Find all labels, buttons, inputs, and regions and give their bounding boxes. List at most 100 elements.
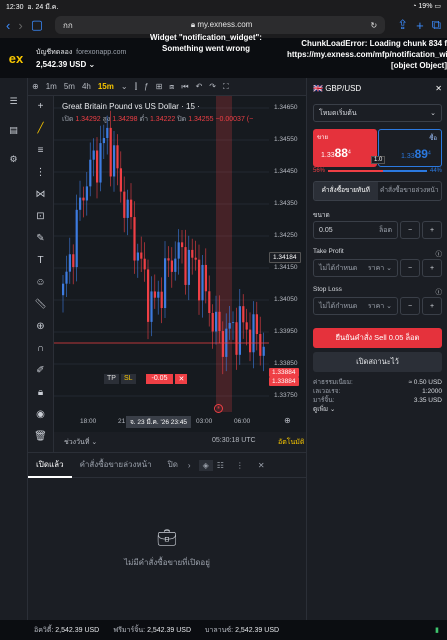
chunk-error-text: ChunkLoadError: Loading chunk 834 f http… (287, 39, 447, 70)
candle-body (177, 242, 180, 259)
menu-icon[interactable]: ☰ (0, 96, 27, 107)
more-options-icon[interactable]: ⋮ (228, 461, 252, 470)
text-tool-icon[interactable]: T (28, 250, 53, 272)
volume-input[interactable]: 0.05 ล็อต (313, 221, 398, 239)
position-line-controls[interactable]: TP SL -0.05 ✕ (104, 374, 188, 384)
timeframe-4h[interactable]: 4h (82, 82, 91, 91)
zoom-in-icon[interactable]: ⊕ (28, 316, 53, 338)
tp-decrease-button[interactable]: − (400, 259, 420, 277)
tab-open-positions[interactable]: เปิดแล้ว (28, 452, 72, 478)
share-icon[interactable]: ⇪ (397, 17, 408, 33)
candle-body (255, 314, 258, 335)
y-tick: 1.33750 (274, 392, 298, 399)
price-chart[interactable]: Great Britain Pound vs US Dollar · 15 · … (54, 96, 306, 452)
close-panel-icon[interactable]: ✕ (435, 84, 442, 93)
chevron-down-icon: ⌄ (430, 110, 436, 117)
brush-icon[interactable]: ✎ (28, 228, 53, 250)
sl-unit[interactable]: ราคา ⌄ (368, 301, 392, 312)
tab-closed-positions[interactable]: ปิด (160, 452, 182, 478)
replay-icon[interactable]: ⏮ (181, 82, 188, 92)
tp-unit[interactable]: ราคา ⌄ (368, 263, 392, 274)
timeframe-5m[interactable]: 5m (64, 82, 75, 91)
sentiment-buy: 44% (429, 168, 442, 174)
exness-logo-icon[interactable]: ex (0, 38, 32, 78)
close-position-icon[interactable]: ✕ (175, 374, 188, 384)
timeframe-15m[interactable]: 15m (98, 82, 114, 91)
trash-icon[interactable]: 🗑︎ (28, 426, 53, 448)
auto-scale-button[interactable]: อัตโนมัติ (278, 437, 304, 448)
fullscreen-icon[interactable]: ⛶ (223, 82, 229, 92)
volume-increase-button[interactable]: + (422, 221, 442, 239)
calendar-icon[interactable]: ▤ (0, 125, 27, 136)
confirm-order-button[interactable]: ยืนยันคำสั่ง Sell 0.05 ล็อต (313, 328, 442, 348)
emoji-icon[interactable]: ☺ (28, 272, 53, 294)
more-details-link[interactable]: ดูเพิ่ม ⌄ (313, 405, 442, 414)
candle-body (116, 145, 119, 169)
tabs-icon[interactable]: ⧉ (432, 17, 441, 33)
ruler-icon[interactable]: 📏︎ (28, 294, 53, 316)
buy-price-button[interactable]: ซื้อ 1.33894 (378, 129, 442, 167)
close-tabs-icon[interactable]: ✕ (252, 461, 271, 470)
crosshair-icon[interactable]: + (28, 96, 53, 118)
buy-label: ซื้อ (429, 136, 437, 142)
tab-pending-order[interactable]: คำสั่งซื้อขายล่วงหน้า (378, 182, 442, 200)
fib-icon[interactable]: ≡ (28, 140, 53, 162)
tab-pending-orders[interactable]: คำสั่งซื้อขายล่วงหน้า (72, 452, 160, 478)
back-icon[interactable]: ‹ (6, 18, 10, 33)
trendline-icon[interactable]: ╱ (28, 118, 53, 140)
chevron-right-icon[interactable]: › (182, 461, 197, 470)
compare-icon[interactable]: ⧈ (169, 82, 174, 92)
forward-icon[interactable]: › (18, 18, 22, 33)
buy-price-big: 89 (414, 147, 428, 161)
sl-input[interactable]: ไม่ได้กำหนด ราคา ⌄ (313, 297, 398, 315)
lock-drawing-icon[interactable]: 🔒︎ (28, 382, 53, 404)
sl-decrease-button[interactable]: − (400, 297, 420, 315)
tp-input[interactable]: ไม่ได้กำหนด ราคา ⌄ (313, 259, 398, 277)
sl-button[interactable]: SL (120, 374, 136, 384)
channel-icon[interactable]: ⋮ (28, 162, 53, 184)
cancel-order-button[interactable]: เปิดสถานะไว้ (313, 352, 442, 372)
group-icon[interactable]: ◈ (198, 459, 213, 471)
ohlc-open: 1.34292 (75, 116, 101, 123)
sell-label: ขาย (317, 135, 328, 141)
list-view-icon[interactable]: ☷ (213, 461, 228, 470)
scroll-to-realtime-icon[interactable]: ⊕ (284, 416, 291, 425)
sell-price-sup: 4 (347, 149, 351, 156)
mode-select[interactable]: โหมดเริ่มต้น ⌄ (313, 104, 442, 122)
sl-increase-button[interactable]: + (422, 297, 442, 315)
ohlc-open-label: เปิด (62, 116, 74, 123)
volume-decrease-button[interactable]: − (400, 221, 420, 239)
new-tab-icon[interactable]: + (416, 18, 424, 33)
layout-icon[interactable]: ⊞ (156, 82, 163, 91)
candle-body (184, 247, 187, 285)
chart-type-icon[interactable]: ⫿ (135, 82, 138, 92)
tp-button[interactable]: TP (104, 374, 119, 384)
measure-icon[interactable]: ⊡ (28, 206, 53, 228)
indicators-icon[interactable]: ƒ (144, 82, 148, 91)
drawing-tools: + ╱ ≡ ⋮ ⋈ ⊡ ✎ T ☺ 📏︎ ⊕ ∩ ✐ 🔒︎ ◉ 🗑︎ (28, 96, 54, 452)
magnet-icon[interactable]: ∩ (28, 338, 53, 360)
tp-increase-button[interactable]: + (422, 259, 442, 277)
sell-price-button[interactable]: ขาย 1.33884 (313, 129, 377, 167)
date-range-button[interactable]: ช่วงวันที่ ⌄ (64, 437, 97, 448)
undo-icon[interactable]: ↶ (196, 82, 203, 91)
redo-icon[interactable]: ↷ (209, 82, 216, 91)
add-indicator-icon[interactable]: ⊕ (32, 82, 39, 91)
pencil-lock-icon[interactable]: ✐ (28, 360, 53, 382)
margin-value: 3.35 USD (413, 397, 442, 404)
clock-reset-icon[interactable]: ⏸ (214, 404, 223, 413)
chevron-down-icon[interactable]: ⌄ (121, 82, 128, 91)
candle-body (143, 258, 146, 270)
info-icon[interactable]: ⓘ (436, 248, 443, 258)
bookmarks-icon[interactable]: ▢ (31, 17, 43, 33)
candle-body (215, 311, 218, 332)
y-tick: 1.34350 (274, 200, 298, 207)
tab-market-order[interactable]: คำสั่งซื้อขายทันที (314, 182, 378, 200)
timeframe-1m[interactable]: 1m (46, 82, 57, 91)
info-icon[interactable]: ⓘ (436, 286, 443, 296)
account-selector[interactable]: บัญชีทดลอง forexonapp.com 2,542.39 USD ⌄ (36, 47, 126, 69)
pattern-icon[interactable]: ⋈ (28, 184, 53, 206)
reload-icon[interactable]: ↻ (371, 21, 378, 30)
eye-icon[interactable]: ◉ (28, 404, 53, 426)
settings-icon[interactable]: ⚙ (0, 154, 27, 165)
